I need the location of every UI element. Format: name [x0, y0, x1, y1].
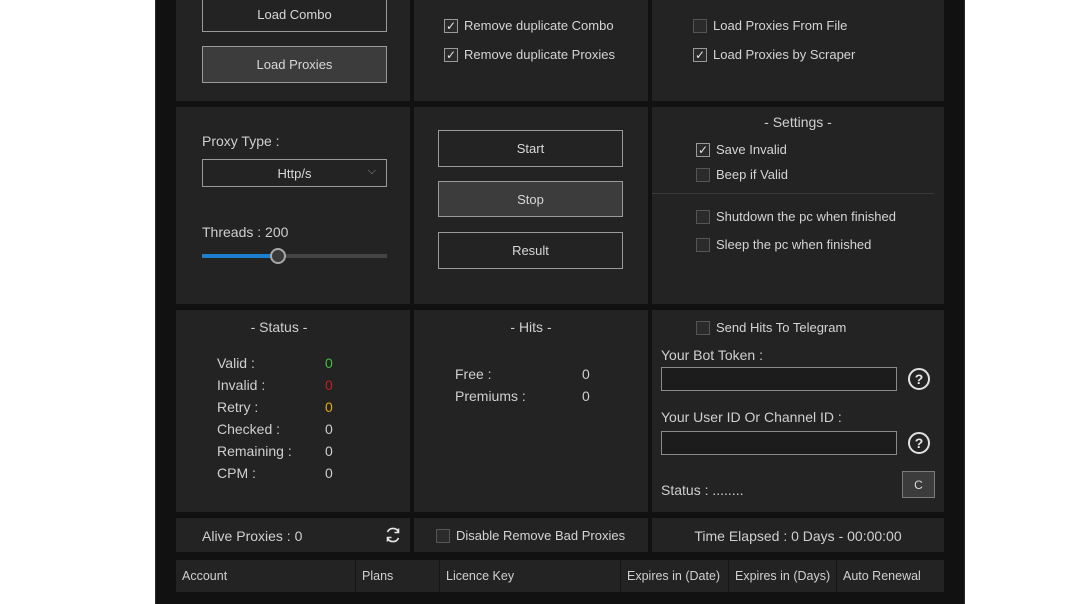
hits-premiums-label: Premiums :	[455, 388, 526, 404]
check-icon: ✓	[445, 18, 457, 33]
checkbox-label: Disable Remove Bad Proxies	[456, 528, 626, 543]
column-header-expires-days[interactable]: Expires in (Days)	[729, 560, 837, 592]
status-value: 0	[325, 443, 333, 459]
load-proxies-by-scraper-checkbox[interactable]: ✓ Load Proxies by Scraper	[693, 47, 855, 62]
bot-token-input[interactable]	[661, 367, 897, 391]
status-label: Remaining :	[217, 443, 292, 459]
proxy-type-value: Http/s	[277, 165, 312, 181]
user-id-label: Your User ID Or Channel ID :	[661, 409, 842, 425]
stop-button[interactable]: Stop	[438, 181, 623, 217]
app-window: Load Combo Load Proxies ✓ Remove duplica…	[155, 0, 965, 604]
chevron-down-icon: ⌵	[367, 165, 376, 177]
status-label: Checked :	[217, 421, 281, 437]
checkbox-box	[696, 209, 710, 224]
column-header-auto-renewal[interactable]: Auto Renewal	[837, 560, 944, 592]
hits-free-value: 0	[582, 366, 590, 382]
checkbox-label: Load Proxies by Scraper	[713, 47, 856, 62]
threads-slider-thumb[interactable]	[269, 248, 286, 264]
status-row-invalid: Invalid : 0	[217, 377, 347, 399]
check-icon: ✓	[694, 47, 706, 62]
checkbox-label: Sleep the pc when finished	[716, 237, 872, 252]
checkbox-box: ✓	[696, 142, 710, 157]
status-value: 0	[325, 421, 333, 437]
checkbox-box	[693, 18, 707, 33]
proxy-type-select[interactable]: Http/s ⌵	[202, 159, 387, 187]
checkbox-label: Save Invalid	[716, 142, 787, 157]
status-value: 0	[325, 465, 333, 481]
threads-slider-fill	[202, 254, 278, 258]
refresh-icon[interactable]	[383, 525, 403, 545]
proxy-type-label: Proxy Type :	[202, 133, 280, 149]
threads-label: Threads : 200	[202, 224, 289, 240]
telegram-status: Status : ........	[661, 482, 744, 498]
sleep-when-finished-checkbox[interactable]: Sleep the pc when finished	[696, 237, 871, 252]
beep-if-valid-checkbox[interactable]: Beep if Valid	[696, 167, 788, 182]
hits-panel	[414, 310, 648, 512]
status-value: 0	[325, 377, 333, 393]
save-invalid-checkbox[interactable]: ✓ Save Invalid	[696, 142, 787, 157]
checkbox-box	[696, 320, 710, 335]
status-label: Retry :	[217, 399, 259, 415]
hits-premiums-value: 0	[582, 388, 590, 404]
column-header-expires-date[interactable]: Expires in (Date)	[621, 560, 729, 592]
load-proxies-from-file-checkbox[interactable]: Load Proxies From File	[693, 18, 847, 33]
disable-remove-bad-proxies-checkbox[interactable]: Disable Remove Bad Proxies	[436, 528, 625, 543]
status-row-retry: Retry : 0	[217, 399, 347, 421]
checkbox-box: ✓	[444, 47, 458, 62]
hits-title: - Hits -	[510, 319, 552, 335]
checkbox-label: Send Hits To Telegram	[716, 320, 847, 335]
bot-token-label: Your Bot Token :	[661, 347, 763, 363]
checkbox-label: Remove duplicate Combo	[464, 18, 614, 33]
shutdown-when-finished-checkbox[interactable]: Shutdown the pc when finished	[696, 209, 896, 224]
checkbox-box	[696, 237, 710, 252]
start-button[interactable]: Start	[438, 130, 623, 167]
hits-free-label: Free :	[455, 366, 492, 382]
status-label: CPM :	[217, 465, 256, 481]
status-list: Valid : 0 Invalid : 0 Retry : 0 Checked …	[217, 355, 347, 487]
checkbox-label: Remove duplicate Proxies	[464, 47, 616, 62]
remove-duplicate-proxies-checkbox[interactable]: ✓ Remove duplicate Proxies	[444, 47, 615, 62]
send-hits-telegram-checkbox[interactable]: Send Hits To Telegram	[696, 320, 846, 335]
settings-panel	[652, 107, 944, 304]
checkbox-label: Shutdown the pc when finished	[716, 209, 896, 224]
settings-title: - Settings -	[764, 114, 832, 130]
clear-button[interactable]: C	[902, 471, 935, 498]
check-icon: ✓	[445, 47, 457, 62]
checkbox-box	[696, 167, 710, 182]
settings-divider	[652, 193, 934, 194]
status-value: 0	[325, 355, 333, 371]
status-value: 0	[325, 399, 333, 415]
column-header-licence-key[interactable]: Licence Key	[440, 560, 621, 592]
column-header-account[interactable]: Account	[176, 560, 356, 592]
status-label: Invalid :	[217, 377, 266, 393]
check-icon: ✓	[697, 142, 709, 157]
checkbox-label: Beep if Valid	[716, 167, 789, 182]
checkbox-box: ✓	[444, 18, 458, 33]
user-id-help-icon[interactable]: ?	[908, 432, 930, 454]
column-header-plans[interactable]: Plans	[356, 560, 440, 592]
refresh-icon-svg	[386, 527, 400, 543]
threads-slider[interactable]	[202, 248, 387, 264]
status-row-valid: Valid : 0	[217, 355, 347, 377]
checkbox-box	[436, 528, 450, 543]
status-row-remaining: Remaining : 0	[217, 443, 347, 465]
accounts-table-header: Account Plans Licence Key Expires in (Da…	[176, 560, 944, 592]
user-id-input[interactable]	[661, 431, 897, 455]
status-row-cpm: CPM : 0	[217, 465, 347, 487]
remove-duplicate-combo-checkbox[interactable]: ✓ Remove duplicate Combo	[444, 18, 614, 33]
load-proxies-button[interactable]: Load Proxies	[202, 46, 387, 83]
status-row-checked: Checked : 0	[217, 421, 347, 443]
status-label: Valid :	[217, 355, 255, 371]
time-elapsed-label: Time Elapsed : 0 Days - 00:00:00	[694, 528, 902, 544]
load-combo-button[interactable]: Load Combo	[202, 0, 387, 32]
status-title: - Status -	[250, 319, 308, 335]
checkbox-box: ✓	[693, 47, 707, 62]
bot-token-help-icon[interactable]: ?	[908, 368, 930, 390]
result-button[interactable]: Result	[438, 232, 623, 269]
checkbox-label: Load Proxies From File	[713, 18, 848, 33]
alive-proxies-label: Alive Proxies : 0	[202, 528, 303, 544]
